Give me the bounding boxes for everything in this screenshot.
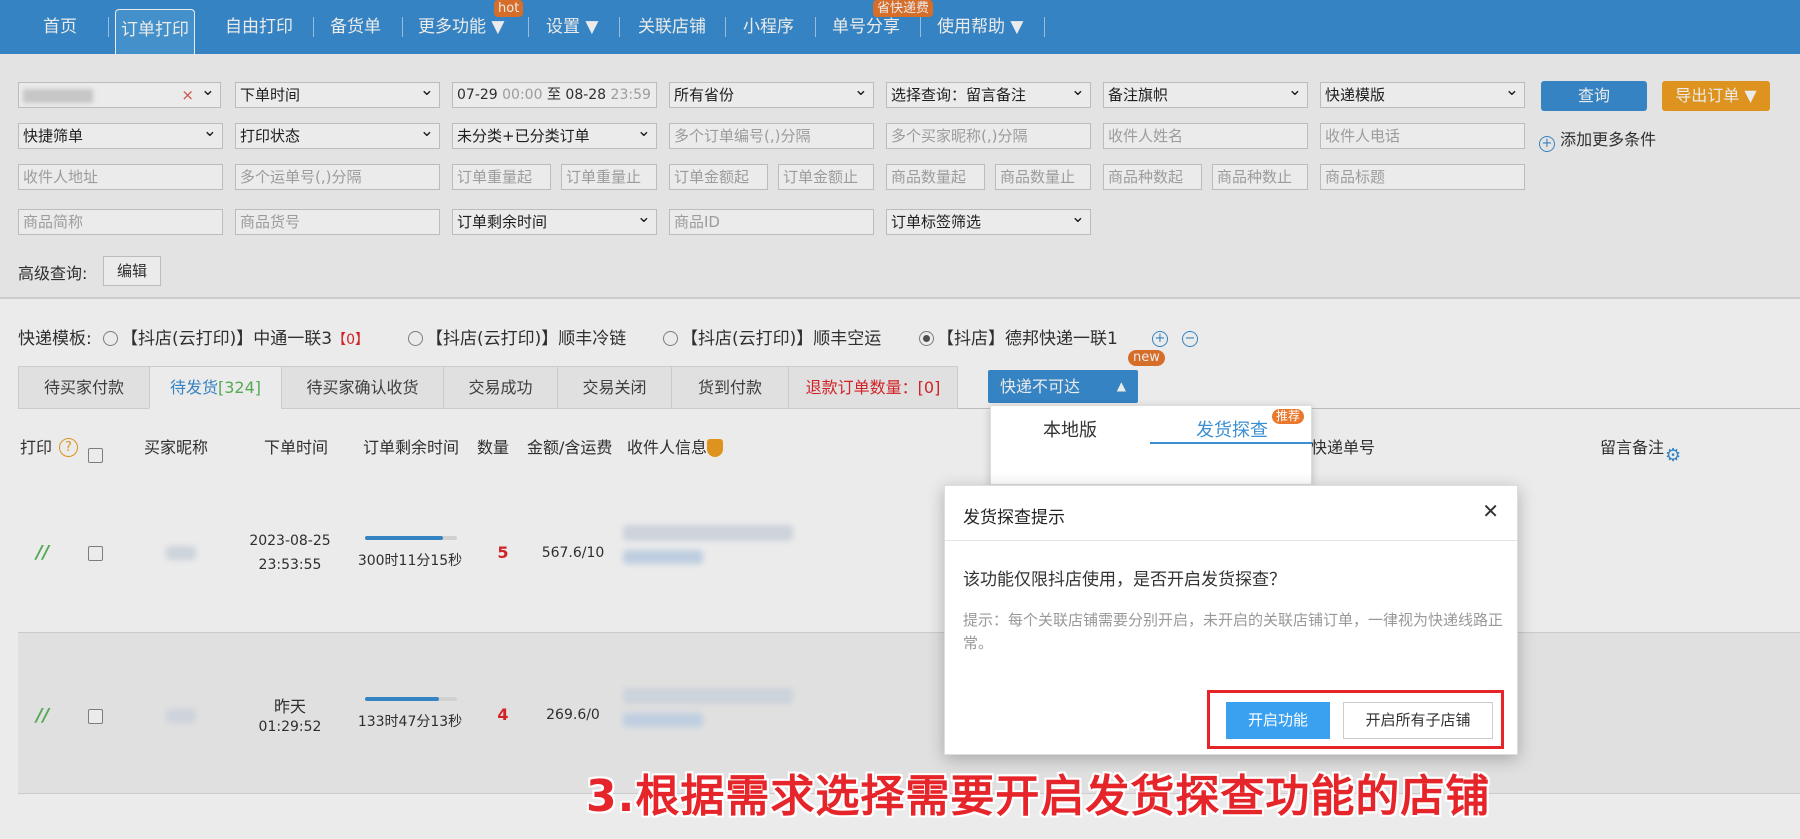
highlight-box [1207,690,1504,749]
dialog-question: 该功能仅限抖店使用，是否开启发货探查？ [963,570,1286,590]
close-icon[interactable]: ✕ [1482,499,1499,523]
modal-overlay [0,0,1800,839]
tab-shipping-probe[interactable]: 发货探查 [1196,416,1268,442]
tab-local-version[interactable]: 本地版 [1043,416,1097,442]
dialog-title: 发货探查提示 [963,508,1065,528]
recommend-badge: 推荐 [1272,409,1305,424]
dialog-header: 发货探查提示 ✕ [945,486,1517,541]
unreachable-panel: 本地版 发货探查 推荐 [990,405,1312,485]
active-tab-underline [1150,442,1312,444]
instruction-caption: 3.根据需求选择需要开启发货探查功能的店铺 [586,771,1491,822]
dialog-tip: 提示：每个关联店铺需要分别开启，未开启的关联店铺订单，一律视为快递线路正常。 [963,611,1504,652]
